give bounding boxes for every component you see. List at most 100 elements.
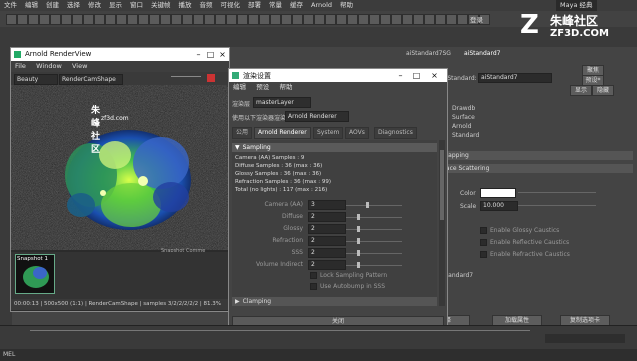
- maya-menu-item[interactable]: 可视化: [217, 0, 245, 11]
- checkbox[interactable]: [310, 272, 317, 279]
- sampling-row-slider[interactable]: [346, 229, 402, 230]
- close-icon[interactable]: ×: [217, 49, 228, 60]
- menu-window[interactable]: Window: [32, 61, 66, 72]
- renderer-dropdown[interactable]: Arnold Renderer: [285, 111, 349, 122]
- reflective-caustics-check[interactable]: Enable Reflective Caustics: [480, 239, 569, 246]
- maya-menu-item[interactable]: 创建: [42, 0, 63, 11]
- toolbar-tool-icon[interactable]: [171, 14, 182, 25]
- scrollbar-thumb[interactable]: [440, 150, 444, 220]
- aov-dropdown[interactable]: Beauty: [14, 74, 58, 85]
- slider-handle[interactable]: [357, 250, 360, 256]
- node-tab-sg[interactable]: aiStandard7SG: [406, 50, 451, 57]
- tab-aovs[interactable]: AOVs: [345, 127, 369, 139]
- toolbar-tool-icon[interactable]: [193, 14, 204, 25]
- menu-presets[interactable]: 预设: [252, 82, 273, 93]
- toolbar-tool-icon[interactable]: [347, 14, 358, 25]
- maya-menu-item[interactable]: 修改: [84, 0, 105, 11]
- toolbar-tool-icon[interactable]: [281, 14, 292, 25]
- close-icon[interactable]: ×: [429, 70, 440, 81]
- maximize-icon[interactable]: □: [411, 70, 422, 81]
- menu-edit[interactable]: 编辑: [229, 82, 250, 93]
- user-login[interactable]: 登录: [470, 14, 483, 24]
- time-slider[interactable]: [0, 325, 637, 350]
- toolbar-tool-icon[interactable]: [28, 14, 39, 25]
- sampling-row-slider[interactable]: [346, 205, 402, 206]
- toolbar-tool-icon[interactable]: [413, 14, 424, 25]
- camera-dropdown[interactable]: RenderCamShape: [59, 74, 123, 85]
- toolbar-tool-icon[interactable]: [314, 14, 325, 25]
- maya-menu-item[interactable]: 选择: [63, 0, 84, 11]
- toolbar-tool-icon[interactable]: [215, 14, 226, 25]
- sampling-row-slider[interactable]: [346, 241, 402, 242]
- lock-sampling-check[interactable]: Lock Sampling Pattern: [310, 272, 387, 279]
- face-scattering-section[interactable]: Face Scattering: [440, 164, 633, 173]
- scale-field[interactable]: 10.000: [480, 201, 518, 211]
- toolbar-tool-icon[interactable]: [116, 14, 127, 25]
- toolbar-tool-icon[interactable]: [457, 14, 468, 25]
- toolbar-tool-icon[interactable]: [160, 14, 171, 25]
- toolbar-tool-icon[interactable]: [369, 14, 380, 25]
- command-line[interactable]: MEL: [0, 349, 637, 361]
- maya-menu-item[interactable]: 缓存: [286, 0, 307, 11]
- sampling-row-field[interactable]: 2: [308, 236, 346, 246]
- tab-common[interactable]: 公用: [232, 127, 253, 139]
- toolbar-tool-icon[interactable]: [259, 14, 270, 25]
- toolbar-tool-icon[interactable]: [237, 14, 248, 25]
- tab-arnold-renderer[interactable]: Arnold Renderer: [254, 127, 311, 139]
- maya-menu-item[interactable]: 关键帧: [147, 0, 175, 11]
- toolbar-tool-icon[interactable]: [358, 14, 369, 25]
- node-tab[interactable]: aiStandard7: [464, 50, 500, 57]
- color-swatch[interactable]: [480, 188, 516, 198]
- maya-menu-item[interactable]: 播放: [175, 0, 196, 11]
- hide-button[interactable]: 隐藏: [592, 85, 614, 96]
- toolbar-tool-icon[interactable]: [226, 14, 237, 25]
- toolbar-tool-icon[interactable]: [248, 14, 259, 25]
- sampling-row-field[interactable]: 2: [308, 212, 346, 222]
- maya-menu-item[interactable]: 编辑: [21, 0, 42, 11]
- minimize-icon[interactable]: –: [193, 49, 204, 60]
- toolbar-tool-icon[interactable]: [424, 14, 435, 25]
- tab-system[interactable]: System: [313, 127, 344, 139]
- toolbar-tool-icon[interactable]: [6, 14, 17, 25]
- menu-help[interactable]: 帮助: [275, 82, 296, 93]
- snapshot-thumbnail[interactable]: Snapshot 1: [15, 254, 55, 294]
- color-slider[interactable]: [518, 192, 596, 193]
- sampling-row-slider[interactable]: [346, 265, 402, 266]
- toolbar-tool-icon[interactable]: [402, 14, 413, 25]
- toolbar-tool-icon[interactable]: [182, 14, 193, 25]
- toolbar-tool-icon[interactable]: [149, 14, 160, 25]
- toolbar-tool-icon[interactable]: [138, 14, 149, 25]
- toolbar-tool-icon[interactable]: [127, 14, 138, 25]
- toolbar-tool-icon[interactable]: [83, 14, 94, 25]
- minimize-icon[interactable]: –: [395, 70, 406, 81]
- maximize-icon[interactable]: □: [205, 49, 216, 60]
- toolbar-tool-icon[interactable]: [446, 14, 457, 25]
- toolbar-tool-icon[interactable]: [61, 14, 72, 25]
- exposure-slider[interactable]: [171, 76, 201, 77]
- toolbar-tool-icon[interactable]: [204, 14, 215, 25]
- toolbar-tool-icon[interactable]: [94, 14, 105, 25]
- clamping-section-header[interactable]: ▶ Clamping: [232, 297, 437, 306]
- node-name-field[interactable]: aiStandard7: [478, 73, 552, 83]
- toolbar-tool-icon[interactable]: [72, 14, 83, 25]
- toolbar-tool-icon[interactable]: [105, 14, 116, 25]
- sampling-row-field[interactable]: 2: [308, 248, 346, 258]
- glossy-caustics-check[interactable]: Enable Glossy Caustics: [480, 227, 559, 234]
- sampling-row-field[interactable]: 2: [308, 224, 346, 234]
- maya-menu-item[interactable]: 常量: [265, 0, 286, 11]
- toolbar-tool-icon[interactable]: [39, 14, 50, 25]
- autobump-sss-check[interactable]: Use Autobump in SSS: [310, 283, 385, 290]
- checkbox[interactable]: [480, 239, 487, 246]
- sampling-section-header[interactable]: ▼ Sampling: [232, 143, 437, 152]
- toolbar-tool-icon[interactable]: [435, 14, 446, 25]
- render-layer-dropdown[interactable]: masterLayer: [253, 97, 311, 108]
- toolbar-tool-icon[interactable]: [270, 14, 281, 25]
- slider-handle[interactable]: [357, 238, 360, 244]
- checkbox[interactable]: [480, 251, 487, 258]
- renderview-titlebar[interactable]: Arnold RenderView – □ ×: [11, 48, 229, 61]
- render-settings-titlebar[interactable]: 渲染设置 – □ ×: [229, 69, 447, 82]
- settings-scroll-area[interactable]: ▼ Sampling Camera (AA) Samples : 9 Diffus…: [232, 140, 437, 306]
- slider-handle[interactable]: [357, 226, 360, 232]
- menu-file[interactable]: File: [11, 61, 30, 72]
- show-button[interactable]: 显示: [570, 85, 592, 96]
